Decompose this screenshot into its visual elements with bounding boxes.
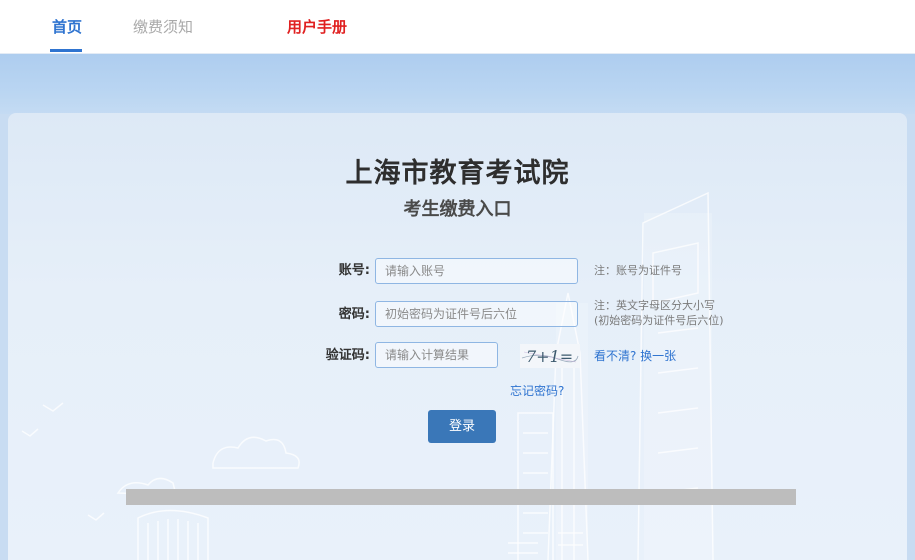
password-note-line2: (初始密码为证件号后六位) [594,314,724,327]
password-note-line1: 注：英文字母区分大小写 [594,299,715,312]
captcha-refresh-link[interactable]: 看不清? 换一张 [594,348,676,364]
top-nav: 首页 缴费须知 用户手册 [0,0,915,54]
password-label: 密码: [338,307,370,322]
header-band [0,54,915,114]
captcha-text: 7+1= [526,347,573,366]
account-note: 注：账号为证件号 [594,264,682,277]
login-button[interactable]: 登录 [428,410,496,443]
account-label: 账号: [338,263,370,278]
captcha-label: 验证码: [325,348,370,363]
captcha-image[interactable]: 7+1= [520,344,580,368]
forgot-password-link[interactable]: 忘记密码? [510,383,564,399]
account-input[interactable] [375,258,578,284]
nav-user-manual[interactable]: 用户手册 [287,17,347,37]
page-subtitle: 考生缴费入口 [403,199,512,220]
gray-placeholder-bar [126,489,796,505]
page-title: 上海市教育考试院 [345,158,570,189]
captcha-input[interactable] [375,342,498,368]
nav-active-underline [50,49,82,52]
nav-payment-notice[interactable]: 缴费须知 [133,17,193,37]
password-input[interactable] [375,301,578,327]
nav-home[interactable]: 首页 [52,17,82,37]
login-panel: 上海市教育考试院 考生缴费入口 账号: 注：账号为证件号 密码: 注：英文字母区… [8,113,907,560]
